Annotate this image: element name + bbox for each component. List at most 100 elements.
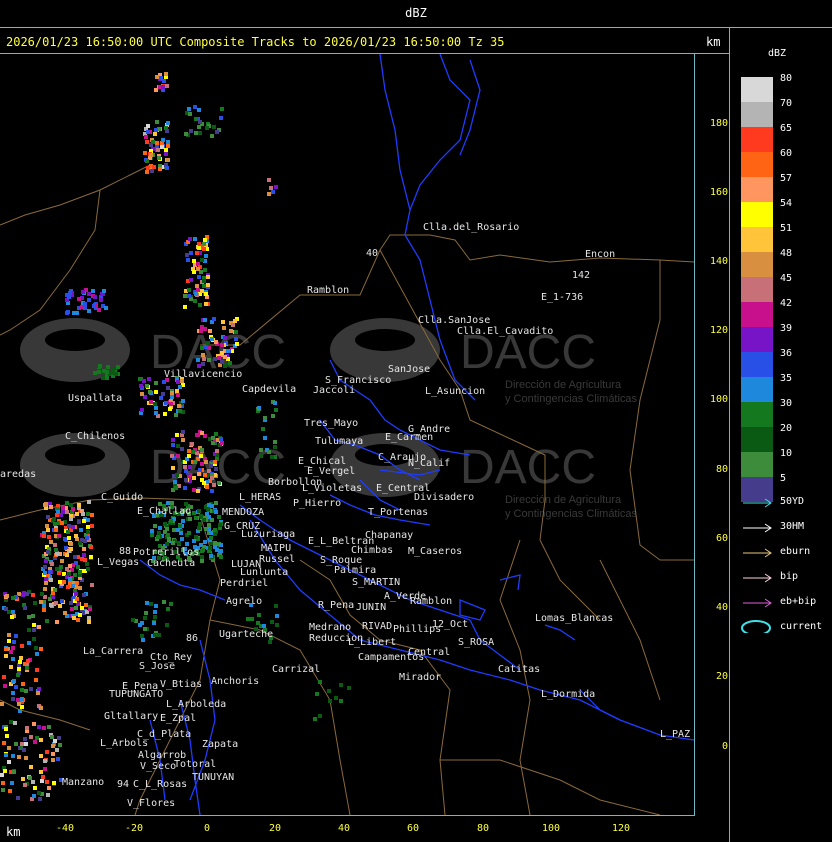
echo-pixel — [200, 462, 204, 466]
echo-pixel — [218, 523, 222, 527]
echo-pixel — [11, 697, 15, 701]
echo-pixel — [211, 436, 215, 440]
place-label: Manzano — [62, 777, 104, 788]
echo-pixel — [140, 392, 144, 396]
echo-pixel — [67, 572, 71, 576]
echo-pixel — [192, 476, 196, 480]
echo-pixel — [34, 646, 38, 650]
echo-pixel — [158, 167, 162, 171]
echo-pixel — [68, 564, 72, 568]
legend-swatch-36 — [741, 352, 773, 377]
echo-pixel — [200, 559, 204, 563]
legend-value-48: 48 — [780, 248, 793, 259]
place-label: Luzuriaga — [241, 529, 295, 540]
echo-pixel — [267, 192, 271, 196]
place-label: P_Hierro — [293, 498, 341, 509]
echo-pixel — [69, 547, 73, 551]
echo-pixel — [77, 503, 81, 507]
echo-pixel — [71, 584, 75, 588]
echo-pixel — [51, 758, 55, 762]
echo-pixel — [27, 615, 31, 619]
echo-pixel — [87, 292, 91, 296]
place-label: S_Jose — [139, 661, 175, 672]
echo-pixel — [21, 682, 25, 686]
echo-pixel — [220, 343, 224, 347]
echo-pixel — [81, 512, 85, 516]
echo-pixel — [198, 131, 202, 135]
echo-pixel — [11, 657, 15, 661]
echo-pixel — [33, 601, 37, 605]
echo-pixel — [213, 460, 217, 464]
echo-pixel — [54, 548, 58, 552]
echo-pixel — [9, 720, 13, 724]
echo-pixel — [56, 757, 60, 761]
echo-pixel — [10, 615, 14, 619]
radar-map[interactable]: DACC DACC Dirección de Agricultura y Con… — [0, 54, 694, 815]
echo-pixel — [45, 780, 49, 784]
echo-pixel — [93, 371, 97, 375]
echo-pixel — [194, 516, 198, 520]
echo-pixel — [25, 726, 29, 730]
echo-pixel — [205, 126, 209, 130]
echo-pixel — [215, 449, 219, 453]
echo-pixel — [223, 355, 227, 359]
echo-pixel — [23, 783, 27, 787]
echo-pixel — [273, 401, 277, 405]
echo-pixel — [60, 521, 64, 525]
place-label: Clla.del_Rosario — [423, 222, 519, 233]
echo-pixel — [148, 390, 152, 394]
echo-pixel — [145, 170, 149, 174]
echo-pixel — [203, 473, 207, 477]
echo-pixel — [184, 132, 188, 136]
place-label: TUNUYAN — [192, 772, 234, 783]
echo-pixel — [188, 237, 192, 241]
echo-pixel — [33, 786, 37, 790]
echo-pixel — [39, 738, 43, 742]
echo-pixel — [171, 438, 175, 442]
echo-pixel — [82, 553, 86, 557]
echo-pixel — [14, 742, 18, 746]
echo-pixel — [57, 571, 61, 575]
echo-pixel — [49, 578, 53, 582]
echo-pixel — [208, 546, 212, 550]
echo-pixel — [1, 788, 5, 792]
echo-pixel — [215, 130, 219, 134]
echo-pixel — [183, 305, 187, 309]
echo-pixel — [171, 541, 175, 545]
echo-pixel — [146, 166, 150, 170]
echo-pixel — [167, 537, 171, 541]
echo-pixel — [131, 618, 135, 622]
echo-pixel — [63, 611, 67, 615]
echo-pixel — [213, 357, 217, 361]
place-label: S_MARTIN — [352, 577, 400, 588]
echo-pixel — [209, 464, 213, 468]
legend-value-42: 42 — [780, 298, 793, 309]
echo-pixel — [16, 698, 20, 702]
echo-pixel — [219, 555, 223, 559]
echo-pixel — [39, 770, 43, 774]
echo-pixel — [183, 465, 187, 469]
echo-pixel — [206, 341, 210, 345]
echo-pixel — [37, 687, 41, 691]
echo-pixel — [20, 644, 24, 648]
echo-pixel — [43, 503, 47, 507]
echo-pixel — [212, 317, 216, 321]
echo-pixel — [102, 289, 106, 293]
echo-pixel — [146, 124, 150, 128]
echo-pixel — [92, 304, 96, 308]
echo-pixel — [175, 433, 179, 437]
place-label: V_Seco — [140, 761, 176, 772]
echo-pixel — [161, 138, 165, 142]
echo-pixel — [12, 679, 16, 683]
echo-pixel — [44, 577, 48, 581]
echo-pixel — [44, 581, 48, 585]
echo-pixel — [166, 533, 170, 537]
track-symbol-30HM — [743, 523, 772, 533]
echo-pixel — [65, 501, 69, 505]
echo-pixel — [220, 360, 224, 364]
echo-pixel — [67, 524, 71, 528]
echo-pixel — [165, 623, 169, 627]
echo-pixel — [259, 454, 263, 458]
echo-pixel — [90, 524, 94, 528]
echo-pixel — [104, 306, 108, 310]
